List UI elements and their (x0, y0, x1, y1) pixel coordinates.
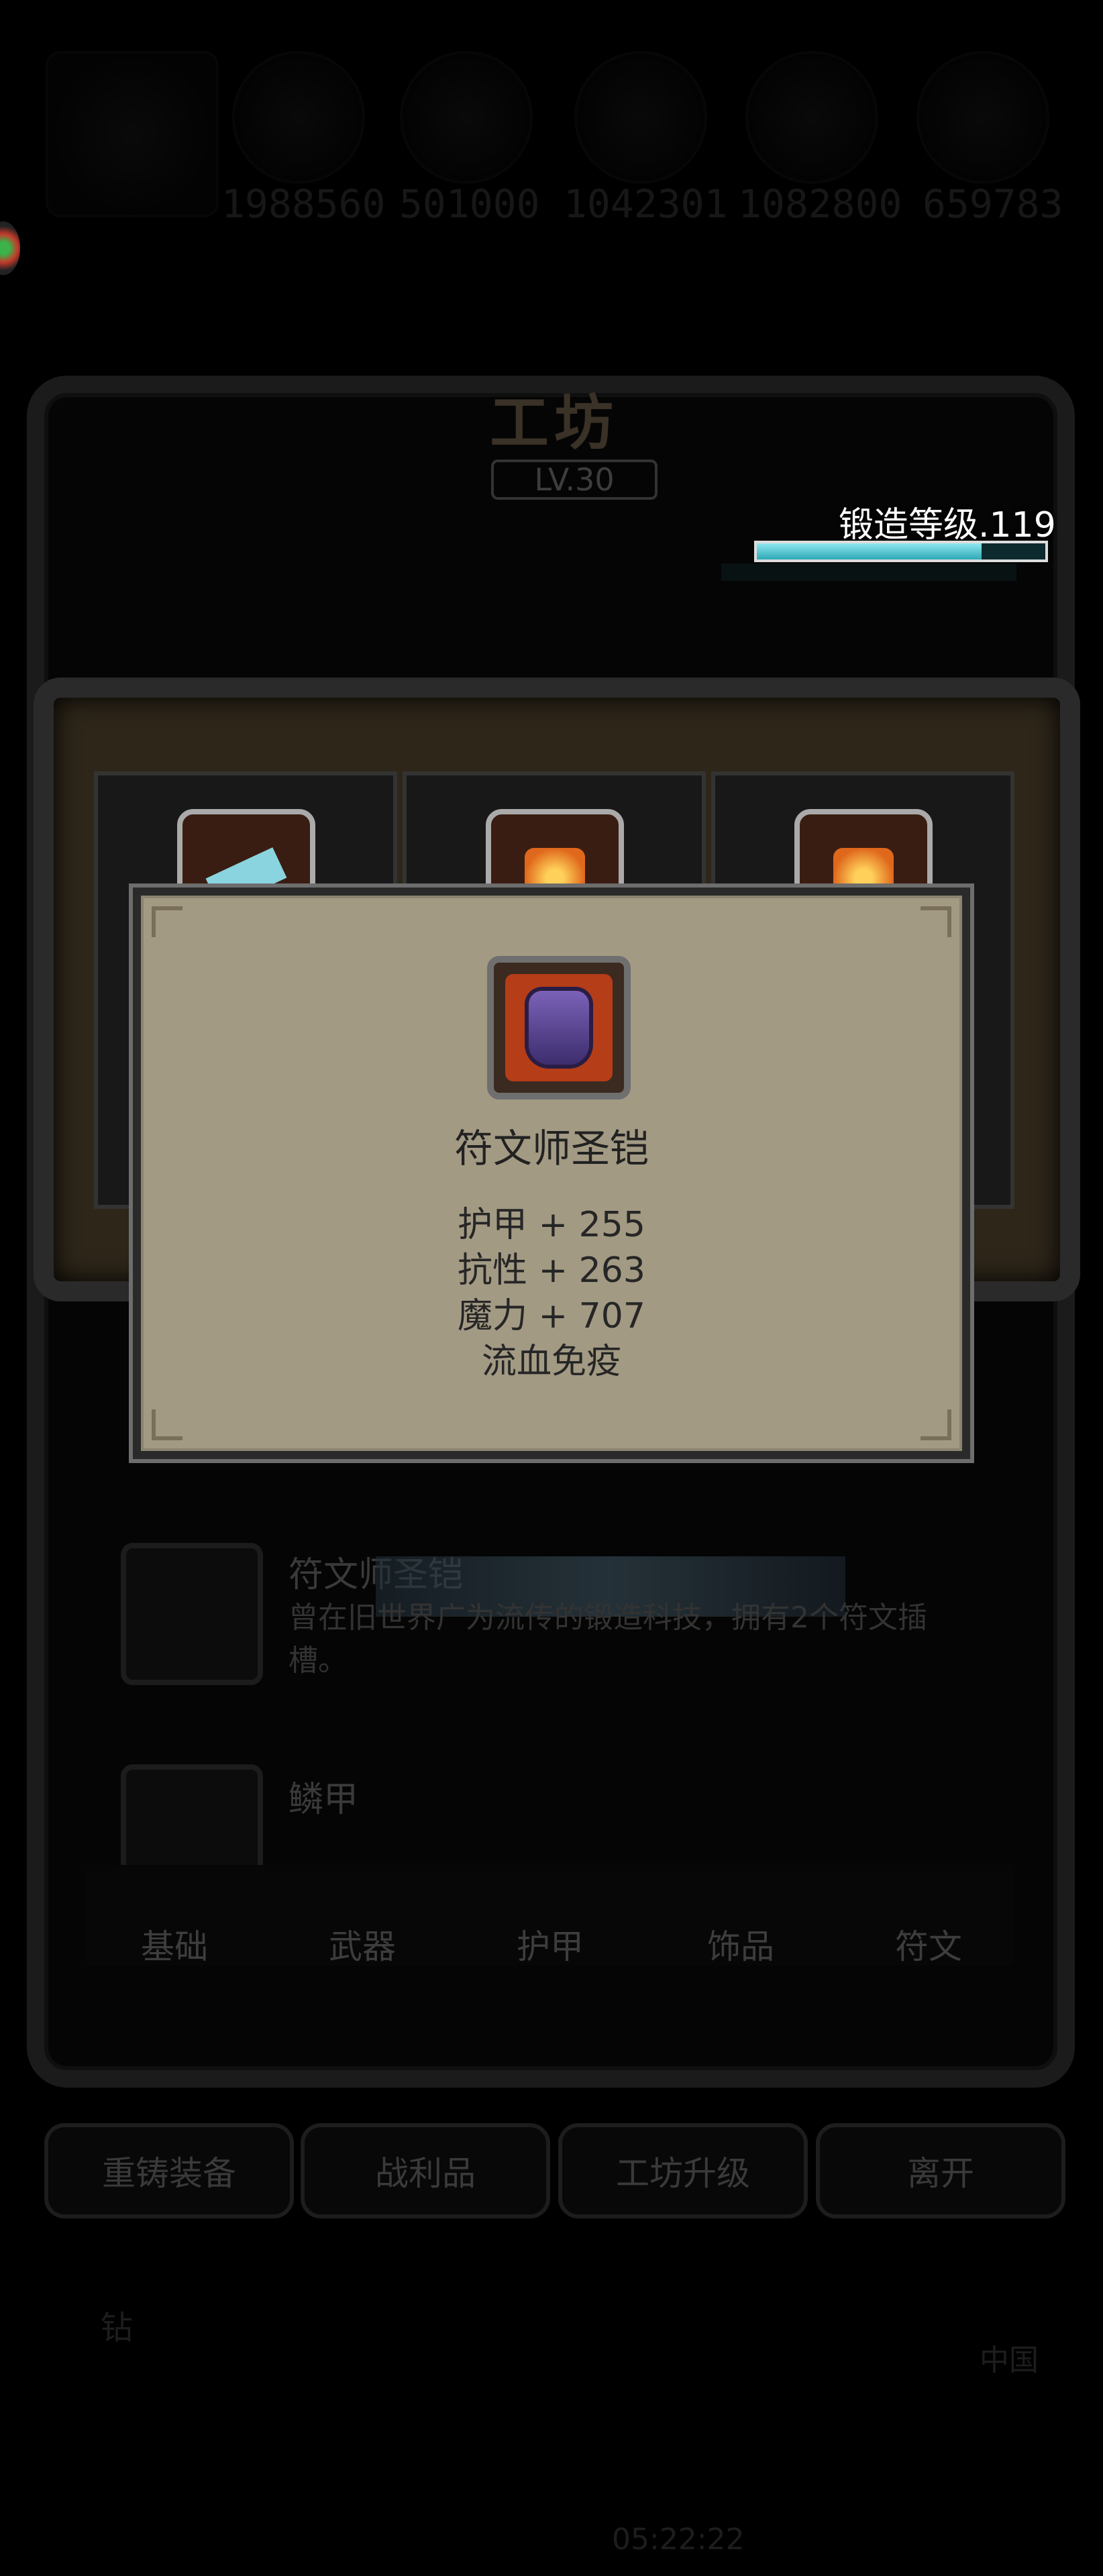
workshop-upgrade-button[interactable]: 工坊升级 (558, 2123, 808, 2218)
list-item-desc: 曾在旧世界广为流传的锻造科技，拥有2个符文插槽。 (288, 1601, 927, 1678)
reforge-button[interactable]: 重铸装备 (44, 2123, 294, 2218)
stat-bleed-immunity: 流血免疫 (481, 1342, 621, 1382)
rune-amount: 659783 (923, 181, 1063, 227)
footer-right-label: 中国 (980, 2343, 1039, 2377)
wood-amount: 501000 (399, 181, 540, 227)
tab-rune[interactable]: 符文 (861, 1920, 996, 1968)
forge-level-label: 锻造等级.119 (839, 505, 1056, 545)
secondary-progress-bar (721, 564, 1016, 581)
footer-time: 05:22:22 (612, 2522, 745, 2557)
item-detail-popup: 符文师圣铠 护甲 + 255 抗性 + 263 魔力 + 707 流血免疫 (133, 888, 970, 1459)
leave-button[interactable]: 离开 (816, 2123, 1065, 2218)
tab-armor[interactable]: 护甲 (483, 1920, 617, 1968)
crystal-amount: 1082800 (738, 181, 902, 227)
tab-basic[interactable]: 基础 (107, 1920, 242, 1968)
item-name: 符文师圣铠 (454, 1126, 649, 1171)
footer-left-label: 钻 (101, 2309, 134, 2347)
popup-corner (921, 906, 951, 937)
stat-armor: 护甲 + 255 (458, 1205, 645, 1245)
popup-corner (921, 1409, 951, 1440)
tab-accessory[interactable]: 饰品 (674, 1920, 808, 1968)
workshop-title: 工坊 (490, 388, 619, 458)
iron-amount: 1042301 (564, 181, 728, 227)
wood-icon (403, 54, 530, 181)
popup-corner (152, 1409, 182, 1440)
loot-button[interactable]: 战利品 (301, 2123, 550, 2218)
tab-weapon[interactable]: 武器 (295, 1920, 429, 1968)
forge-progress-fill (757, 543, 982, 559)
list-item-title: 鳞甲 (288, 1780, 359, 1820)
holy-armor-icon (487, 956, 631, 1099)
gold-icon (235, 54, 362, 181)
crystal-icon (748, 54, 876, 181)
workshop-level-badge: LV.30 (491, 460, 658, 500)
gold-amount: 1988560 (221, 181, 386, 227)
stat-resistance: 抗性 + 263 (458, 1250, 645, 1291)
hero-portrait-icon[interactable] (48, 54, 216, 215)
forge-progress-bar (754, 541, 1048, 562)
rune-icon (919, 54, 1047, 181)
armor-item-icon[interactable] (121, 1543, 263, 1685)
popup-corner (152, 906, 182, 937)
iron-icon (577, 54, 704, 181)
resource-bar: 1988560 501000 1042301 1082800 659783 (0, 0, 1103, 241)
stat-magic: 魔力 + 707 (458, 1296, 645, 1336)
